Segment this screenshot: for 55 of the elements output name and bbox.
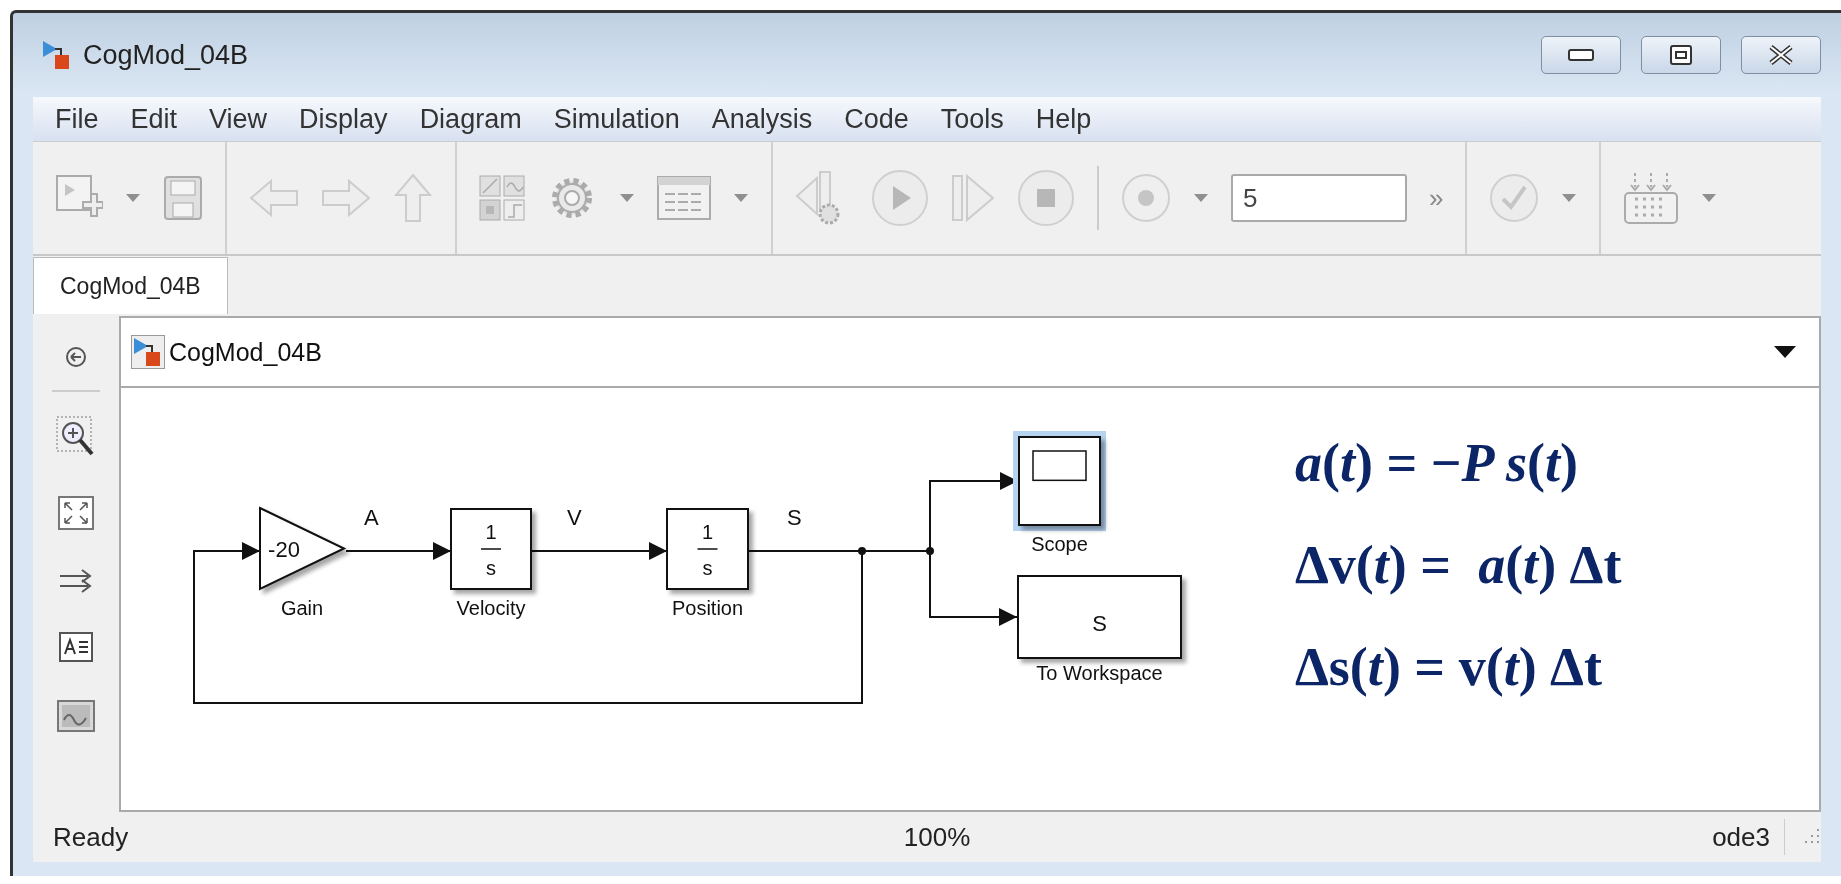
minimize-icon [1568, 49, 1594, 61]
arrows-icon[interactable] [58, 568, 94, 594]
diagram-canvas[interactable]: A V S -20 Gain 1 s Velocity 1 s Position Scope S To Workspace a(t) = −P s(t) Δv(t) = a(t) Δt Δs(t) = v(t) Δt [119, 388, 1821, 812]
numerator: 1 [701, 521, 714, 543]
block-label: Velocity [456, 597, 526, 619]
maximize-button[interactable] [1641, 36, 1721, 74]
solver-name: ode3 [1712, 821, 1770, 853]
menu-item[interactable]: Code [828, 103, 925, 135]
image-icon[interactable] [57, 700, 95, 732]
window-title: CogMod_04B [83, 39, 249, 71]
fit-view-icon[interactable] [58, 496, 94, 530]
signal-label: A [364, 505, 379, 530]
back-icon[interactable] [65, 346, 87, 368]
gain-block[interactable] [259, 506, 347, 591]
model-tab[interactable]: CogMod_04B [33, 257, 228, 314]
block-label: To Workspace [1036, 662, 1163, 684]
menu-item[interactable]: Display [283, 103, 404, 135]
annotation-icon[interactable] [59, 632, 93, 662]
equation: Δs(t) = v(t) Δt [1295, 636, 1603, 698]
integrator-block[interactable] [666, 508, 749, 590]
signal-label: S [787, 505, 802, 530]
menu-item[interactable]: Tools [924, 103, 1020, 135]
close-button[interactable] [1741, 36, 1821, 74]
block-label: Gain [280, 597, 324, 619]
stop-time-field[interactable]: 5 [1231, 174, 1407, 222]
denominator: s [702, 557, 713, 579]
zoom-icon[interactable] [56, 416, 96, 458]
scope-block[interactable] [1013, 431, 1106, 531]
status-text: Ready [53, 821, 130, 853]
dropdown-caret-icon[interactable] [1773, 345, 1797, 359]
maximize-icon [1670, 45, 1692, 65]
minimize-button[interactable] [1541, 36, 1621, 74]
junction-dot [926, 547, 934, 555]
denominator: s [486, 557, 496, 579]
menu-item[interactable]: View [193, 103, 284, 135]
equation: Δv(t) = a(t) Δt [1295, 534, 1622, 596]
variable-name: S [1092, 611, 1107, 636]
signal-label: V [567, 505, 582, 530]
block-label: Position [671, 597, 744, 619]
menu-item[interactable]: Simulation [537, 103, 696, 135]
menu-item[interactable]: Diagram [403, 103, 538, 135]
menu-item[interactable]: File [39, 103, 115, 135]
menu-item[interactable]: Analysis [695, 103, 829, 135]
close-icon [1768, 44, 1794, 66]
numerator: 1 [485, 521, 497, 543]
junction-dot [858, 547, 866, 555]
menu-item[interactable]: Help [1019, 103, 1108, 135]
integrator-block[interactable] [450, 508, 532, 590]
equation: a(t) = −P s(t) [1295, 432, 1579, 494]
menu-item[interactable]: Edit [114, 103, 194, 135]
block-label: Scope [1031, 533, 1088, 555]
zoom-level: 100% [902, 821, 972, 853]
breadcrumb-path[interactable]: CogMod_04B [169, 337, 322, 367]
workspace-block[interactable] [1017, 575, 1182, 659]
gain-value: -20 [268, 536, 300, 562]
